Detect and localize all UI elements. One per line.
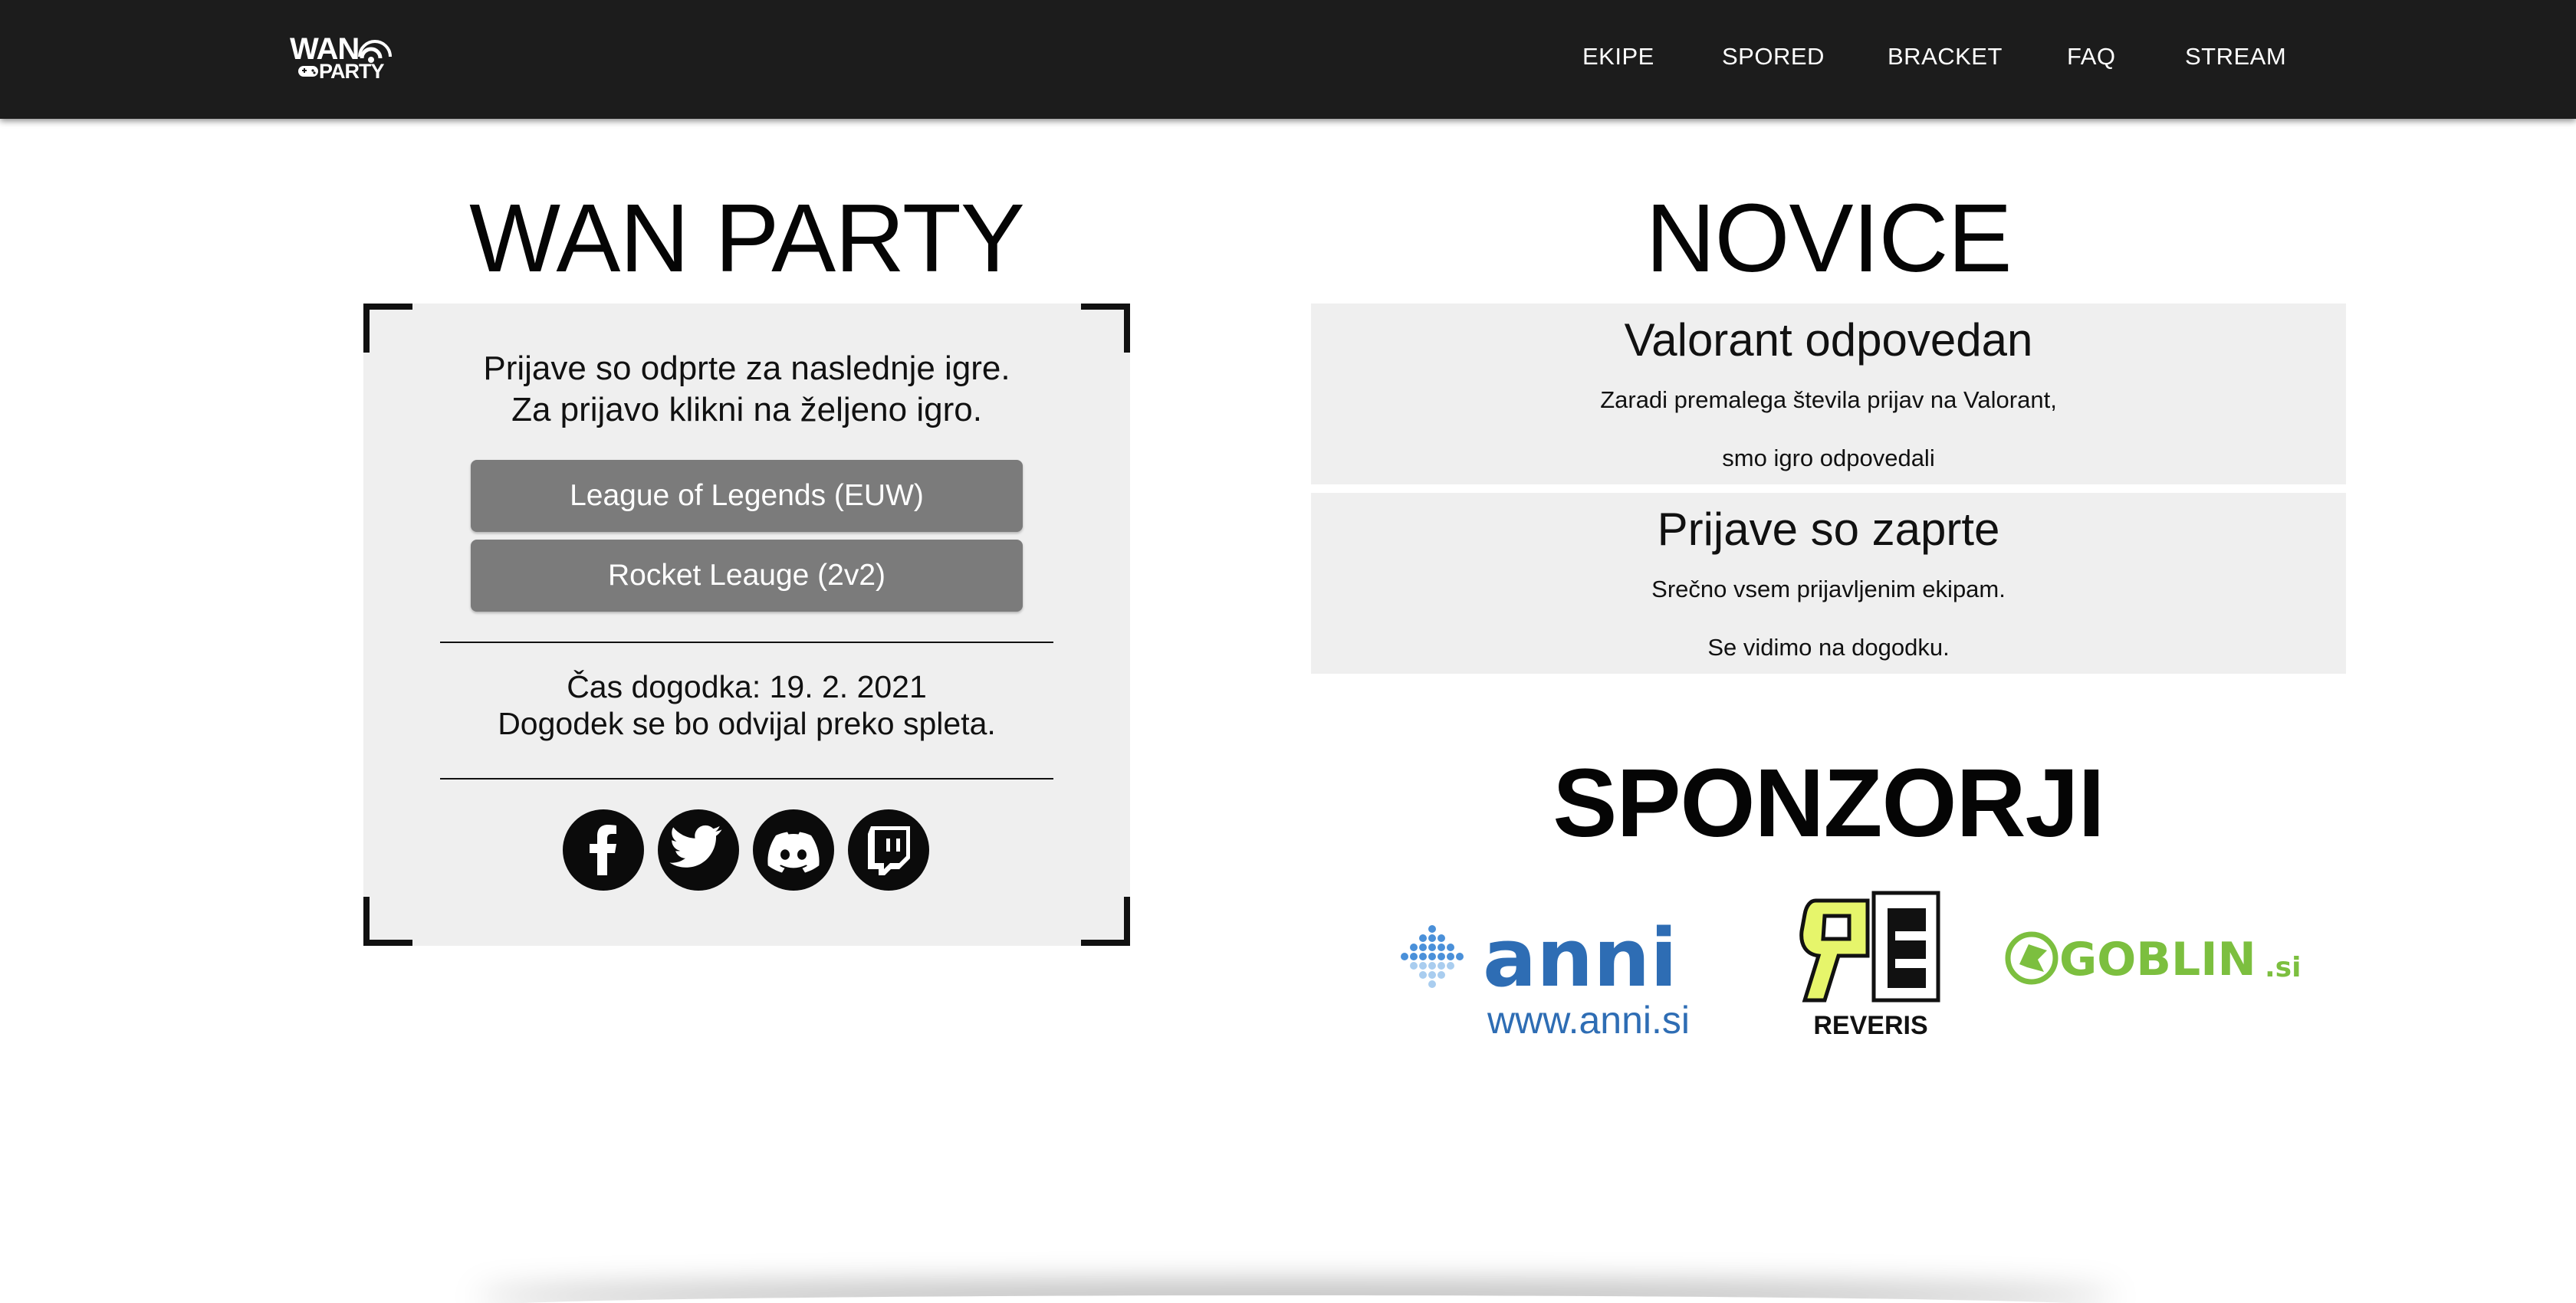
news-text: Srečno vsem prijavljenim ekipam.	[1651, 576, 2006, 602]
news-item: Prijave so zaprte Srečno vsem prijavljen…	[1311, 493, 2346, 674]
event-time: Čas dogodka: 19. 2. 2021	[567, 669, 927, 704]
registration-intro-line2: Za prijavo klikni na željeno igro.	[511, 391, 982, 428]
news-title: Valorant odpovedan	[1624, 314, 2033, 366]
news-text: smo igro odpovedali	[1722, 445, 1935, 471]
nav-link-bracket[interactable]: BRACKET	[1888, 43, 2003, 71]
sponsor-reveris-logo[interactable]: REVERIS	[1794, 885, 1947, 1040]
anni-url: www.anni.si	[1487, 999, 1690, 1039]
registration-intro-line1: Prijave so odprte za naslednje igre.	[483, 350, 1010, 387]
registration-card: Prijave so odprte za naslednje igre. Za …	[363, 304, 1130, 946]
corner-bracket	[363, 304, 412, 353]
divider	[440, 642, 1053, 643]
sponsor-goblin-logo[interactable]: GOBLIN .si	[2004, 927, 2307, 989]
sponsors-title: SPONZORJI	[1552, 749, 2104, 857]
footer-shadow	[475, 1295, 2116, 1303]
rocket-league-button[interactable]: Rocket Leauge (2v2)	[471, 540, 1023, 612]
registration-intro: Prijave so odprte za naslednje igre. Za …	[363, 348, 1130, 431]
corner-bracket	[363, 897, 412, 946]
news-item: Valorant odpovedan Zaradi premalega štev…	[1311, 304, 2346, 484]
league-of-legends-button[interactable]: League of Legends (EUW)	[471, 460, 1023, 532]
wan-party-title: WAN PARTY	[469, 184, 1025, 292]
reveris-wordmark: REVERIS	[1813, 1011, 1927, 1039]
facebook-icon[interactable]	[563, 809, 644, 891]
corner-bracket	[1081, 897, 1130, 946]
top-navbar: WAN PARTY EKIPE SPORED BRACKET FAQ STREA…	[0, 0, 2576, 119]
novice-title: NOVICE	[1645, 184, 2012, 292]
event-location: Dogodek se bo odvijal preko spleta.	[498, 706, 996, 741]
main-nav: EKIPE SPORED BRACKET FAQ STREAM	[0, 0, 2576, 119]
goblin-suffix: .si	[2265, 952, 2301, 983]
divider	[440, 778, 1053, 780]
news-text: Zaradi premalega števila prijav na Valor…	[1600, 386, 2057, 413]
twitter-icon[interactable]	[658, 809, 739, 891]
twitch-icon[interactable]	[848, 809, 929, 891]
event-info: Čas dogodka: 19. 2. 2021 Dogodek se bo o…	[363, 668, 1130, 742]
nav-link-stream[interactable]: STREAM	[2185, 43, 2286, 71]
news-title: Prijave so zaprte	[1657, 504, 2000, 555]
discord-icon[interactable]	[753, 809, 834, 891]
news-text: Se vidimo na dogodku.	[1707, 634, 1950, 661]
nav-link-faq[interactable]: FAQ	[2067, 43, 2116, 71]
nav-link-ekipe[interactable]: EKIPE	[1582, 43, 1654, 71]
nav-link-spored[interactable]: SPORED	[1722, 43, 1825, 71]
anni-wordmark: anni	[1483, 917, 1677, 1005]
social-links	[563, 809, 931, 891]
sponsor-anni-logo[interactable]: anni www.anni.si	[1397, 911, 1696, 1042]
goblin-wordmark: GOBLIN	[2059, 933, 2256, 986]
corner-bracket	[1081, 304, 1130, 353]
